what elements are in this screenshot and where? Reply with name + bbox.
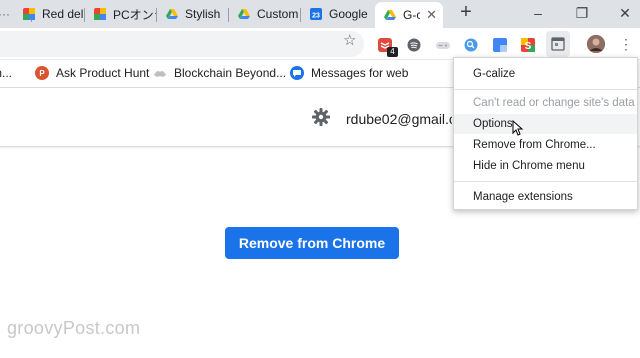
tab-strip: ··· Red del PCオンラ Stylish	[0, 0, 640, 28]
google-drive-icon	[165, 7, 179, 21]
menu-item-site-access: Can't read or change site's data	[473, 97, 635, 109]
google-sheets-icon	[22, 7, 36, 21]
bookmark-label: m...	[0, 66, 12, 80]
account-email: rdube02@gmail.com	[346, 111, 452, 127]
tab-partial-label: ···	[0, 7, 10, 21]
tab-stylish[interactable]: Stylish	[157, 2, 229, 26]
svg-text:S: S	[525, 41, 532, 52]
avatar[interactable]	[587, 35, 605, 53]
restore-button[interactable]: ❐	[571, 4, 593, 22]
tab-custom[interactable]: Custom	[229, 2, 301, 26]
menu-separator	[454, 181, 637, 182]
tab-title: G-ca	[403, 8, 421, 22]
product-hunt-icon: P	[35, 66, 49, 80]
bookmark-generic-icon	[153, 66, 167, 80]
calendar-extension-icon[interactable]	[492, 37, 508, 53]
svg-text:23: 23	[312, 13, 320, 20]
browser-window: ··· Red del PCオンラ Stylish	[0, 0, 640, 358]
extension-context-menu: G-calize Can't read or change site's dat…	[453, 57, 638, 210]
address-bar[interactable]	[0, 31, 364, 57]
bookmark-label: Blockchain Beyond...	[174, 66, 287, 80]
mouse-pointer-icon	[512, 119, 524, 136]
tab-g-calize-active[interactable]: G-ca ✕	[375, 2, 443, 28]
bookmark-star-icon[interactable]: ☆	[343, 31, 356, 49]
bookmark-label: Messages for web	[311, 66, 409, 80]
menu-separator	[454, 89, 637, 90]
google-drive-icon	[237, 7, 251, 21]
menu-item-remove-from-chrome[interactable]: Remove from Chrome...	[454, 135, 637, 155]
tab-title: PCオンラ	[113, 7, 157, 22]
menu-item-extension-name[interactable]: G-calize	[454, 64, 637, 84]
gamepad-icon[interactable]	[435, 37, 451, 53]
menu-item-manage-extensions[interactable]: Manage extensions	[454, 187, 637, 207]
tab-pc-online[interactable]: PCオンラ	[85, 2, 157, 26]
chrome-menu-icon[interactable]: ⋮	[619, 36, 633, 52]
google-sheets-icon	[93, 7, 107, 21]
menu-item-options[interactable]: Options	[454, 114, 637, 134]
tab-google-calendar[interactable]: 23 Google	[301, 2, 373, 26]
g-calize-extension-button[interactable]	[546, 31, 570, 57]
google-drive-icon	[383, 8, 397, 22]
google-calendar-icon: 23	[309, 7, 323, 21]
remove-from-chrome-button[interactable]: Remove from Chrome	[225, 227, 399, 259]
loom-icon[interactable]	[463, 37, 479, 53]
watermark: groovyPost.com	[7, 318, 141, 338]
extension-badge: 4	[387, 47, 398, 57]
messages-icon	[290, 66, 304, 80]
spotify-icon[interactable]	[406, 37, 422, 53]
stylish-s-icon[interactable]: S	[520, 37, 536, 53]
bookmark-item[interactable]: m...	[0, 66, 12, 80]
close-tab-icon[interactable]: ✕	[426, 7, 437, 23]
tab-red-del[interactable]: Red del	[14, 2, 85, 26]
tab-title: Google	[329, 7, 368, 21]
bookmark-label: Ask Product Hunt	[56, 66, 150, 80]
menu-item-hide-in-chrome-menu[interactable]: Hide in Chrome menu	[454, 156, 637, 176]
bookmark-blockchain-beyond[interactable]: Blockchain Beyond...	[153, 66, 286, 80]
tab-title: Stylish	[185, 7, 221, 21]
minimize-button[interactable]: –	[527, 4, 549, 22]
tab-title: Custom	[257, 7, 299, 21]
bookmark-messages-for-web[interactable]: Messages for web	[290, 66, 408, 80]
new-tab-button[interactable]: +	[457, 2, 475, 22]
gear-icon[interactable]	[311, 107, 331, 127]
bookmark-ask-product-hunt[interactable]: P Ask Product Hunt	[35, 66, 149, 80]
tab-title: Red del	[42, 7, 84, 21]
close-window-button[interactable]: ✕	[614, 4, 636, 22]
browser-toolbar: ☆ S ⋮	[0, 28, 640, 60]
